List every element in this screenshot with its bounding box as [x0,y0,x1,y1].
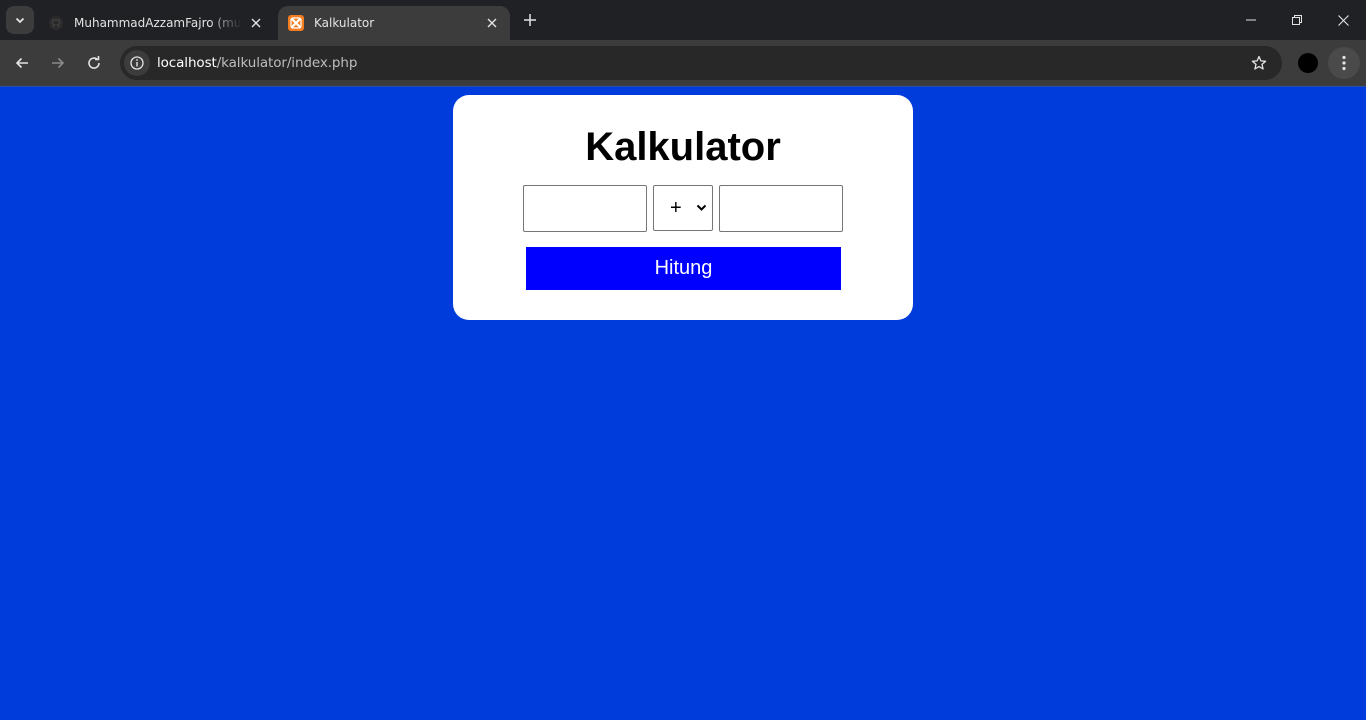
operator-selected-value: + [670,196,682,219]
reload-icon [88,56,100,69]
operator-select[interactable]: + [653,185,713,231]
restore-button[interactable] [1274,0,1320,40]
forward-button[interactable] [44,49,72,77]
bookmark-star-button[interactable] [1250,54,1268,72]
url-host: localhost [157,55,217,71]
tab-search-button[interactable] [6,6,34,34]
info-icon [130,56,144,70]
close-icon[interactable] [248,15,264,31]
browser-toolbar: localhost/kalkulator/index.php [0,40,1366,86]
star-icon [1251,55,1267,70]
plus-icon [524,14,536,26]
site-info-button[interactable] [124,50,150,76]
profile-avatar[interactable] [1298,53,1318,73]
tab-github[interactable]: MuhammadAzzamFajro (muhammadazzamfajro) [38,6,274,40]
first-number-input[interactable] [523,185,647,232]
tab-title: Kalkulator [314,16,375,30]
minimize-button[interactable] [1228,0,1274,40]
new-tab-button[interactable] [518,8,542,32]
arrow-right-icon [52,57,65,69]
xampp-icon [288,15,304,31]
close-icon [1337,14,1349,26]
github-icon [48,15,64,31]
url-path: /kalkulator/index.php [216,55,358,71]
url-text: localhost/kalkulator/index.php [157,55,357,71]
calculator-card: Kalkulator + Hitung [453,95,913,320]
calculate-button[interactable]: Hitung [526,247,841,290]
restore-icon [1292,15,1302,25]
tab-title: MuhammadAzzamFajro (muhammadazzamfajro) [74,16,242,30]
chevron-down-icon [696,204,707,211]
more-vertical-icon [1342,55,1346,71]
address-bar[interactable]: localhost/kalkulator/index.php [120,46,1282,80]
close-icon[interactable] [484,15,500,31]
arrow-left-icon [15,57,28,69]
tab-strip: MuhammadAzzamFajro (muhammadazzamfajro) … [0,0,1366,40]
toolbar-divider [0,86,1366,87]
back-button[interactable] [8,49,36,77]
page-title: Kalkulator [585,125,781,169]
reload-button[interactable] [80,49,108,77]
minimize-icon [1246,19,1256,21]
tab-kalkulator[interactable]: Kalkulator [278,6,510,40]
second-number-input[interactable] [719,185,843,232]
browser-menu-button[interactable] [1328,47,1360,79]
close-window-button[interactable] [1320,0,1366,40]
chevron-down-icon [15,17,25,24]
